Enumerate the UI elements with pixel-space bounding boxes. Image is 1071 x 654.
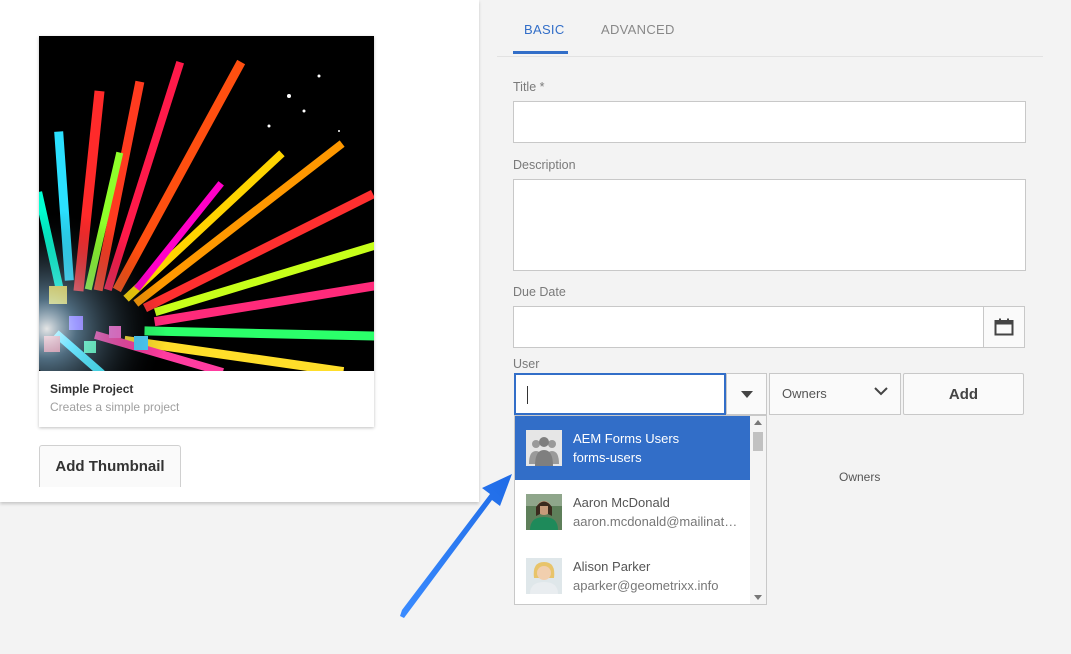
calendar-icon [994, 318, 1014, 336]
form-tabs: BASIC ADVANCED [497, 0, 1043, 57]
tab-advanced[interactable]: ADVANCED [601, 22, 675, 37]
description-textarea[interactable] [513, 179, 1026, 271]
user-search-input[interactable] [514, 373, 726, 415]
user-photo-icon [526, 494, 562, 530]
project-template-description: Creates a simple project [50, 400, 180, 414]
list-item[interactable]: Aaron McDonald aaron.mcdonald@mailinator… [515, 480, 750, 544]
dropdown-scrollbar[interactable] [750, 416, 766, 604]
text-cursor [527, 386, 528, 404]
project-template-panel: Simple Project Creates a simple project … [0, 0, 479, 502]
dropdown-item-name: AEM Forms Users [573, 431, 680, 446]
user-avatar [526, 494, 562, 530]
dropdown-item-email: aparker@geometrixx.info [573, 578, 719, 593]
dropdown-item-email: aaron.mcdonald@mailinator.com [573, 514, 743, 529]
list-item[interactable]: Alison Parker aparker@geometrixx.info [515, 544, 750, 604]
title-label: Title * [513, 80, 545, 94]
role-select[interactable]: Owners [769, 373, 901, 415]
project-template-card[interactable]: Simple Project Creates a simple project [39, 36, 374, 427]
project-thumbnail [39, 36, 374, 371]
chevron-down-icon [874, 387, 888, 396]
annotation-arrow-icon [400, 474, 512, 618]
group-avatar [526, 430, 562, 466]
user-avatar [526, 558, 562, 594]
active-tab-indicator [513, 51, 568, 54]
user-photo-icon [526, 558, 562, 594]
title-input[interactable] [513, 101, 1026, 143]
scroll-thumb[interactable] [753, 432, 763, 451]
group-icon [526, 430, 562, 466]
add-thumbnail-button[interactable]: Add Thumbnail [39, 445, 181, 487]
scroll-down-icon[interactable] [754, 595, 762, 600]
dropdown-item-name: Alison Parker [573, 559, 651, 574]
owners-column-header: Owners [839, 470, 881, 484]
project-template-title: Simple Project [50, 382, 134, 396]
user-label: User [513, 357, 540, 371]
add-user-button[interactable]: Add [903, 373, 1024, 415]
user-autocomplete-list: AEM Forms Users forms-users Aaron McDona… [514, 415, 767, 605]
role-select-value: Owners [782, 386, 827, 401]
user-dropdown-toggle[interactable] [726, 373, 767, 415]
calendar-button[interactable] [983, 306, 1025, 348]
tab-basic[interactable]: BASIC [524, 22, 565, 37]
dropdown-item-name: Aaron McDonald [573, 495, 670, 510]
description-label: Description [513, 158, 576, 172]
due-date-label: Due Date [513, 285, 566, 299]
dropdown-item-id: forms-users [573, 450, 642, 465]
due-date-input[interactable] [513, 306, 984, 348]
thumbnail-image [39, 36, 374, 371]
list-item[interactable]: AEM Forms Users forms-users [515, 416, 750, 480]
scroll-up-icon[interactable] [754, 420, 762, 425]
caret-down-icon [740, 390, 753, 398]
